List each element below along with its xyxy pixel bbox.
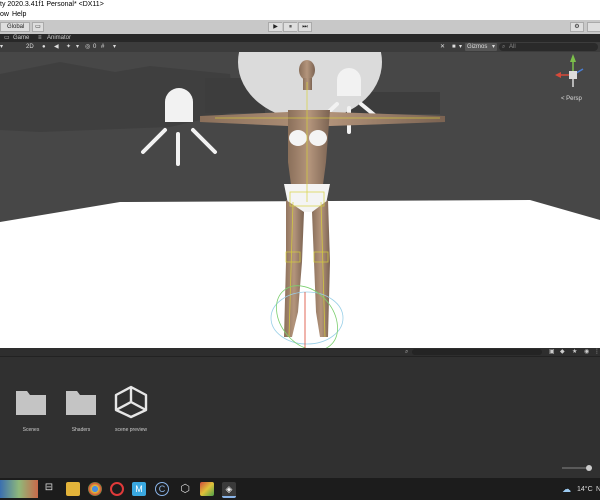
orientation-gizmo[interactable] xyxy=(555,54,584,87)
slider-handle[interactable] xyxy=(586,465,592,471)
grid-icon[interactable]: # xyxy=(101,42,104,52)
folder-icon xyxy=(66,391,96,415)
app-c-icon[interactable]: C xyxy=(155,482,169,496)
asset-item-shaders[interactable]: Shaders xyxy=(56,387,106,433)
step-icon: ⏭ xyxy=(302,24,308,30)
game-icon: ▭ xyxy=(4,35,10,41)
pause-button[interactable]: ⏸ xyxy=(283,22,297,32)
gizmos-label: Gizmos xyxy=(467,44,488,50)
app-grid-icon[interactable] xyxy=(200,482,214,496)
tab-animator[interactable]: Animator xyxy=(47,34,71,42)
menu-item-help[interactable]: Help xyxy=(12,10,26,20)
folder-icon xyxy=(16,391,46,415)
window-title: ty 2020.3.41f1 Personal* <DX11> xyxy=(0,1,104,8)
chevron-down-icon: ▾ xyxy=(491,44,495,50)
lighting-icon[interactable]: ● xyxy=(42,42,46,52)
icon-size-slider[interactable] xyxy=(562,465,592,471)
effects-dropdown[interactable]: ▾ xyxy=(76,42,79,52)
persp-label[interactable]: < Persp xyxy=(561,96,582,102)
search-placeholder: All xyxy=(509,44,516,50)
audio-icon[interactable]: ◀ xyxy=(54,42,59,52)
grid-dropdown[interactable]: ▾ xyxy=(113,42,116,52)
hidden-count: 0 xyxy=(93,44,97,50)
temperature-label: 14°C xyxy=(577,486,593,493)
tray-text: N xyxy=(596,486,600,493)
weather-icon: ☁ xyxy=(562,484,571,494)
file-explorer-icon[interactable] xyxy=(66,482,80,496)
play-button[interactable]: ▶ xyxy=(268,22,282,32)
label-filter-icon[interactable]: ◆ xyxy=(560,348,565,356)
mode-2d-toggle[interactable]: 2D xyxy=(26,42,34,52)
search-icon: ⌕ xyxy=(405,349,409,355)
shading-mode-dropdown[interactable]: ▾ xyxy=(0,42,3,52)
background-wall-shape xyxy=(0,62,235,132)
global-toggle[interactable]: Global xyxy=(0,22,30,32)
global-label: Global xyxy=(7,24,25,30)
main-toolbar: Global ▭ ▶ ⏸ ⏭ ⚙ xyxy=(0,20,600,34)
unity-editor-icon[interactable]: ◈ xyxy=(222,482,236,498)
asset-label: Scenes xyxy=(22,427,40,433)
scene-toolbar: ▾ 2D ● ◀ ✦ ▾ ◎ 0 # ▾ ✕ ■ ▾ Gizmos ▾ ⌕ Al… xyxy=(0,42,600,52)
windows-taskbar: ⊟ M C ⬡ ◈ ☁ 14°C N xyxy=(0,478,600,500)
star-icon[interactable]: ★ xyxy=(572,348,577,356)
step-button[interactable]: ⏭ xyxy=(298,22,312,32)
tab-bar: ▭ Game ≡ Animator xyxy=(0,34,600,42)
menu-item-window[interactable]: ow xyxy=(0,10,9,20)
asset-label: Shaders xyxy=(71,427,91,433)
unity-logo-icon xyxy=(114,385,148,419)
chrome-icon[interactable] xyxy=(88,482,102,496)
animator-icon: ≡ xyxy=(38,35,42,41)
scene-render xyxy=(0,52,600,348)
app-m-icon[interactable]: M xyxy=(132,482,146,496)
asset-item-scene-preview[interactable]: scene preview xyxy=(106,385,156,433)
tab-game[interactable]: Game xyxy=(13,34,29,42)
play-icon: ▶ xyxy=(273,24,278,30)
project-search-input[interactable] xyxy=(412,349,542,355)
title-bar: ty 2020.3.41f1 Personal* <DX11> xyxy=(0,0,600,10)
menu-bar: ow Help xyxy=(0,10,600,20)
gizmos-dropdown[interactable]: Gizmos ▾ xyxy=(465,43,497,51)
layout-icon[interactable]: ▭ xyxy=(32,22,44,32)
hidden-packages-icon[interactable]: ◉ xyxy=(584,348,589,356)
weather-widget-image[interactable] xyxy=(0,480,38,498)
account-button[interactable] xyxy=(587,22,600,32)
settings-icon[interactable]: ⚙ xyxy=(570,22,584,32)
project-assets-panel: Scenes Shaders scene preview xyxy=(0,356,600,479)
opera-icon[interactable] xyxy=(110,482,124,496)
scene-search-input[interactable]: ⌕ All xyxy=(499,43,598,51)
asset-item-scenes[interactable]: Scenes xyxy=(6,387,56,433)
asset-label: scene preview xyxy=(115,427,147,433)
unity-hub-icon[interactable]: ⬡ xyxy=(178,482,192,496)
lock-icon[interactable]: ▣ xyxy=(549,348,555,356)
tools-icon[interactable]: ✕ xyxy=(440,42,445,52)
scene-viewport[interactable]: < Persp xyxy=(0,52,600,348)
project-toolbar: ⌕ ▣ ◆ ★ ◉ ⋮ xyxy=(0,348,600,356)
hidden-objects-icon[interactable]: ◎ xyxy=(85,42,90,52)
pause-icon: ⏸ xyxy=(288,24,292,30)
search-icon: ⌕ xyxy=(502,44,506,50)
task-view-icon[interactable]: ⊟ xyxy=(42,482,56,496)
camera-dropdown[interactable]: ▾ xyxy=(459,42,462,52)
more-icon[interactable]: ⋮ xyxy=(594,348,600,356)
camera-icon[interactable]: ■ xyxy=(452,42,456,52)
effects-icon[interactable]: ✦ xyxy=(66,42,71,52)
